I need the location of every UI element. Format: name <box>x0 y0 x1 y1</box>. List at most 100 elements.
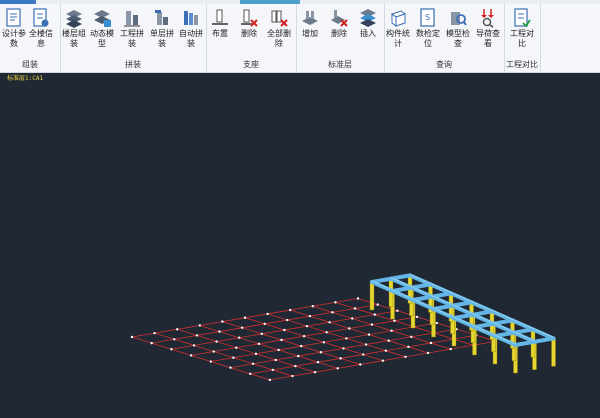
std-floor-insert-label: 插入 <box>360 29 376 38</box>
floor-assembly-icon <box>65 8 83 28</box>
grid-node <box>291 374 294 378</box>
grid-node <box>359 363 362 366</box>
grid-node <box>426 351 430 355</box>
grid-node <box>153 331 156 335</box>
grid-node <box>243 316 247 319</box>
project-compare-label: 工程对比 <box>510 29 534 48</box>
support-place-label: 布置 <box>212 29 228 38</box>
ribbon-group-query: 构件统计 S 数检定位 模型检查 导荷查看 查询 <box>384 4 505 72</box>
std-floor-delete-button[interactable]: 删除 <box>325 6 353 58</box>
grid-node <box>173 338 176 341</box>
building-info-button[interactable]: 全楼信息 <box>27 6 55 58</box>
grid-node <box>308 314 312 318</box>
load-transfer-icon <box>479 8 497 28</box>
grid-node <box>429 341 433 345</box>
dynamic-model-label: 动态模型 <box>90 29 114 48</box>
model-check-icon <box>449 8 467 28</box>
grid-node <box>435 321 438 325</box>
grid-node <box>274 358 277 362</box>
single-floor-splice-button[interactable]: 单层拼装 <box>148 6 176 58</box>
floor-assembly-button[interactable]: 楼层组装 <box>60 6 88 58</box>
grid-node <box>393 319 396 322</box>
grid-node <box>373 313 376 316</box>
grid-node <box>345 337 348 340</box>
grid-node <box>198 324 201 327</box>
grid-node <box>384 349 387 352</box>
project-compare-button[interactable]: 工程对比 <box>508 6 536 58</box>
support-delete-all-button[interactable]: 全部删除 <box>265 6 293 58</box>
grid-node <box>316 361 320 364</box>
grid-node <box>229 366 232 369</box>
grid-node <box>238 336 241 339</box>
support-delete-all-icon <box>270 8 288 28</box>
grid-node <box>209 360 212 363</box>
ribbon-group-support-label: 支座 <box>243 60 259 69</box>
project-splice-label: 工程拼装 <box>120 29 144 48</box>
auto-splice-icon <box>182 8 200 28</box>
grid-node <box>271 368 274 372</box>
grid-node <box>370 323 374 326</box>
ribbon-group-compare: 工程对比 工程对比 <box>504 4 541 72</box>
design-params-button[interactable]: 设计参数 <box>0 6 28 58</box>
single-floor-splice-icon <box>153 8 171 28</box>
std-floor-add-icon <box>301 8 319 28</box>
grid-node <box>353 307 357 310</box>
auto-splice-button[interactable]: 自动拼装 <box>177 6 205 58</box>
grid-node <box>351 317 354 320</box>
support-place-button[interactable]: 布置 <box>206 6 234 58</box>
grid-node <box>404 355 407 359</box>
std-floor-delete-icon <box>330 8 348 28</box>
grid-node <box>266 312 269 316</box>
grid-node <box>328 321 331 324</box>
grid-node <box>215 340 218 343</box>
ribbon-group-assembly-label: 组装 <box>22 60 38 69</box>
dynamic-model-button[interactable]: 动态模型 <box>88 6 116 58</box>
grid-node <box>362 353 365 356</box>
grid-node <box>376 303 379 306</box>
ribbon-group-std-floor-label: 标准层 <box>328 60 352 69</box>
grid-node <box>221 320 224 323</box>
support-delete-label: 删除 <box>241 29 257 38</box>
member-stats-button[interactable]: 构件统计 <box>384 6 412 58</box>
grid-node <box>396 309 399 312</box>
model-check-label: 模型检查 <box>446 29 470 48</box>
grid-node <box>260 332 263 336</box>
grid-node <box>300 344 303 348</box>
grid-node <box>407 345 410 349</box>
grid-node <box>342 347 345 350</box>
support-delete-button[interactable]: 删除 <box>235 6 263 58</box>
load-transfer-button[interactable]: 导荷查看 <box>474 6 502 58</box>
auto-splice-label: 自动拼装 <box>179 29 203 48</box>
member-stats-icon <box>389 8 407 28</box>
ribbon-toolbar: 设计参数 全楼信息 组装 楼层组装 动态模型 工程拼装 单层拼装 自动拼装 拼装… <box>0 4 600 73</box>
model-check-button[interactable]: 模型检查 <box>444 6 472 58</box>
grid-node <box>251 362 255 365</box>
grid-node <box>302 334 306 338</box>
grid-node <box>334 301 337 304</box>
ribbon-group-assembly: 设计参数 全楼信息 组装 <box>0 4 61 72</box>
column <box>369 281 375 311</box>
load-transfer-label: 导荷查看 <box>476 29 500 48</box>
grid-node <box>387 339 390 342</box>
ribbon-group-std-floor: 增加 删除 插入 标准层 <box>296 4 385 72</box>
project-splice-icon <box>123 8 141 28</box>
grid-node <box>170 348 173 351</box>
data-check-button[interactable]: S 数检定位 <box>414 6 442 58</box>
grid-node <box>176 328 179 331</box>
std-floor-add-button[interactable]: 增加 <box>296 6 324 58</box>
std-floor-delete-label: 删除 <box>331 29 347 38</box>
grid-node <box>257 342 261 346</box>
dynamic-model-icon <box>93 8 111 28</box>
support-place-icon <box>211 8 229 28</box>
grid-node <box>235 346 238 349</box>
grid-node <box>348 327 351 330</box>
project-splice-button[interactable]: 工程拼装 <box>118 6 146 58</box>
grid-node <box>286 318 289 322</box>
std-floor-insert-button[interactable]: 插入 <box>354 6 382 58</box>
structure-model-canvas[interactable] <box>0 72 600 414</box>
design-params-icon <box>5 8 23 28</box>
grid-node <box>410 335 413 339</box>
support-delete-icon <box>240 8 258 28</box>
member-stats-label: 构件统计 <box>386 29 410 48</box>
model-viewport[interactable] <box>0 72 600 414</box>
